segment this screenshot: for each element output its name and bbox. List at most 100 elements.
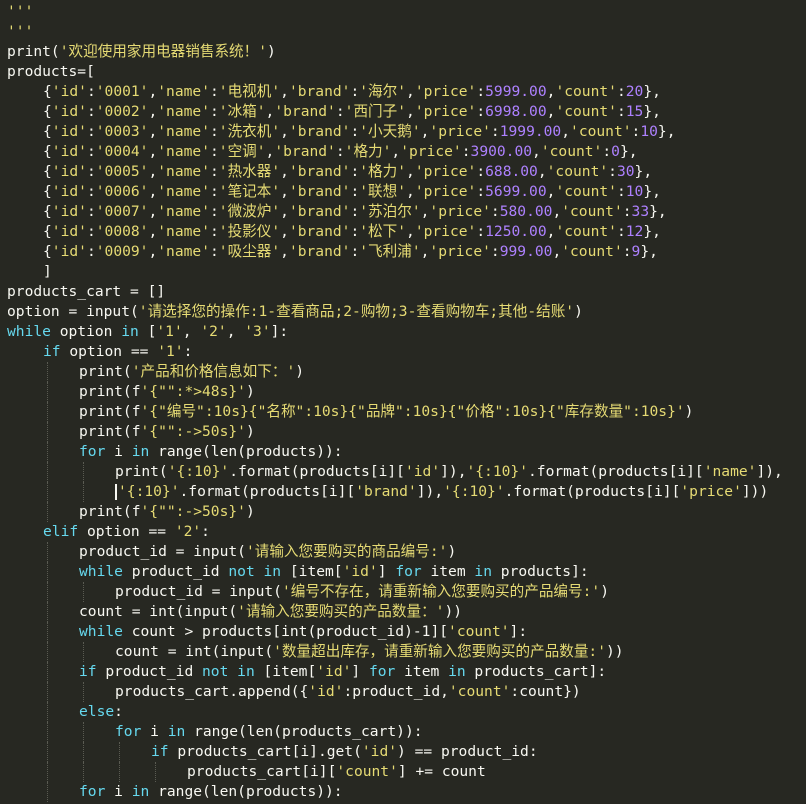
code-token: ]: [509, 623, 528, 640]
code-token: : [461, 143, 471, 160]
code-token: : [476, 83, 486, 100]
code-line[interactable]: {'id':'0004','name':'空调','brand':'格力','p… [7, 142, 806, 162]
code-line[interactable]: for i in range(len(products)): [7, 442, 806, 462]
code-line[interactable]: products_cart[i]['count'] += count [7, 762, 806, 782]
code-token: '{:10}' [118, 483, 180, 500]
code-token: for [115, 723, 142, 740]
indent-guide [119, 742, 120, 762]
code-line[interactable]: {'id':'0003','name':'洗衣机','brand':'小天鹅',… [7, 122, 806, 142]
code-token: '格力' [359, 163, 407, 180]
code-line[interactable]: ''' [7, 2, 806, 22]
code-token: }, [643, 83, 661, 100]
code-line[interactable]: {'id':'0007','name':'微波炉','brand':'苏泊尔',… [7, 202, 806, 222]
code-token: 'name' [157, 183, 210, 200]
code-token: ''' [7, 3, 34, 20]
code-token: 5699.00 [485, 183, 547, 200]
code-line[interactable]: print(f'{"":*>48s}') [7, 382, 806, 402]
code-token: '编号不存在，请重新输入您要购买的产品编号:' [281, 583, 601, 600]
code-token: '小天鹅' [359, 123, 421, 140]
code-line[interactable]: print(f'{"":->50s}') [7, 422, 806, 442]
code-token: print( [7, 43, 60, 60]
code-token: , [280, 163, 289, 180]
code-line[interactable]: print(f'{"":->50s}') [7, 502, 806, 522]
code-token: 'brand' [288, 83, 351, 100]
code-line[interactable]: print('欢迎使用家用电器销售系统！') [7, 42, 806, 62]
indent-guide [83, 582, 84, 602]
code-line[interactable]: product_id = input('编号不存在，请重新输入您要购买的产品编号… [7, 582, 806, 602]
code-token: ) [600, 583, 609, 600]
code-token: : [86, 123, 96, 140]
code-token: '吸尘器' [218, 243, 281, 260]
code-token: : [209, 183, 219, 200]
code-token: : [86, 243, 96, 260]
code-token: ]), [416, 483, 444, 500]
code-token: : [114, 703, 123, 720]
code-line[interactable]: {'id':'0001','name':'电视机','brand':'海尔','… [7, 82, 806, 102]
code-line[interactable]: if products_cart[i].get('id') == product… [7, 742, 806, 762]
code-token: '3' [244, 323, 271, 340]
code-line[interactable]: ''' [7, 22, 806, 42]
code-line[interactable]: {'id':'0005','name':'热水器','brand':'格力','… [7, 162, 806, 182]
code-line[interactable]: while product_id not in [item['id'] for … [7, 562, 806, 582]
indent-guide [83, 722, 84, 742]
code-token: 1999.00 [499, 123, 562, 140]
code-token: '0009' [95, 243, 149, 260]
code-line[interactable]: product_id = input('请输入您要购买的商品编号:') [7, 542, 806, 562]
code-line[interactable]: for i in range(len(products_cart)): [7, 722, 806, 742]
code-token: 'name' [157, 123, 210, 140]
code-token: 10 [640, 123, 658, 140]
code-token: 'id' [361, 743, 398, 760]
code-token: 'id' [404, 463, 441, 480]
code-line[interactable]: elif option == '2': [7, 522, 806, 542]
indent-guide [47, 682, 48, 702]
code-line[interactable]: option = input('请选择您的操作:1-查看商品;2-购物;3-查看… [7, 302, 806, 322]
code-line[interactable]: count = int(input('数量超出库存，请重新输入您要购买的产品数量… [7, 642, 806, 662]
code-token: count > products[int(product_id)-1][ [122, 623, 449, 640]
code-token: '0001' [95, 83, 149, 100]
code-token: in [167, 723, 186, 740]
code-token: ''' [7, 23, 34, 40]
code-line[interactable]: products_cart = [] [7, 282, 806, 302]
code-line[interactable]: {'id':'0008','name':'投影仪','brand':'松下','… [7, 222, 806, 242]
code-token: '{:10}' [443, 483, 505, 500]
code-token: products_cart[i][ [187, 763, 337, 780]
code-token: products_cart = [] [7, 283, 166, 300]
code-line[interactable]: products_cart.append({'id':product_id,'c… [7, 682, 806, 702]
code-line[interactable]: {'id':'0002','name':'冰箱','brand':'西门子','… [7, 102, 806, 122]
code-token: { [43, 123, 52, 140]
code-line[interactable]: ] [7, 262, 806, 282]
code-line[interactable]: count = int(input('请输入您要购买的产品数量：')) [7, 602, 806, 622]
code-line[interactable]: {'id':'0009','name':'吸尘器','brand':'飞利浦',… [7, 242, 806, 262]
code-editor[interactable]: ''' ''' print('欢迎使用家用电器销售系统！') products=[{'… [0, 0, 806, 804]
code-token: { [43, 223, 52, 240]
code-line[interactable]: products=[ [7, 62, 806, 82]
code-token: item [421, 563, 475, 580]
indent-guide [83, 762, 84, 782]
code-line[interactable]: for i in range(len(products)): [7, 782, 806, 802]
code-token: , [148, 203, 158, 220]
code-token: '{"":->50s}' [140, 423, 246, 440]
code-token: 'name' [157, 103, 210, 120]
code-line[interactable]: {'id':'0006','name':'笔记本','brand':'联想','… [7, 182, 806, 202]
code-line[interactable]: '{:10}'.format(products[i]['brand']),'{:… [7, 482, 806, 502]
code-token: }, [643, 223, 661, 240]
code-token: [item[ [281, 563, 343, 580]
code-line[interactable]: print(f'{"编号":10s}{"名称":10s}{"品牌":10s}{"… [7, 402, 806, 422]
code-token: , [148, 163, 158, 180]
code-line[interactable]: print('产品和价格信息如下：') [7, 362, 806, 382]
code-line[interactable]: else: [7, 702, 806, 722]
code-token: :product_id, [343, 683, 449, 700]
code-token: 20 [625, 83, 644, 100]
indent-guide [83, 642, 84, 662]
code-line[interactable]: if product_id not in [item['id'] for ite… [7, 662, 806, 682]
code-token: products_cart]: [465, 663, 607, 680]
code-line[interactable]: while option in ['1', '2', '3']: [7, 322, 806, 342]
indent-guide [47, 542, 48, 562]
code-line[interactable]: while count > products[int(product_id)-1… [7, 622, 806, 642]
code-line[interactable]: print('{:10}'.format(products[i]['id']),… [7, 462, 806, 482]
code-token: : [86, 143, 96, 160]
code-token: , [532, 143, 541, 160]
code-token: : [476, 183, 486, 200]
code-line[interactable]: if option == '1': [7, 342, 806, 362]
code-token: item [395, 663, 449, 680]
